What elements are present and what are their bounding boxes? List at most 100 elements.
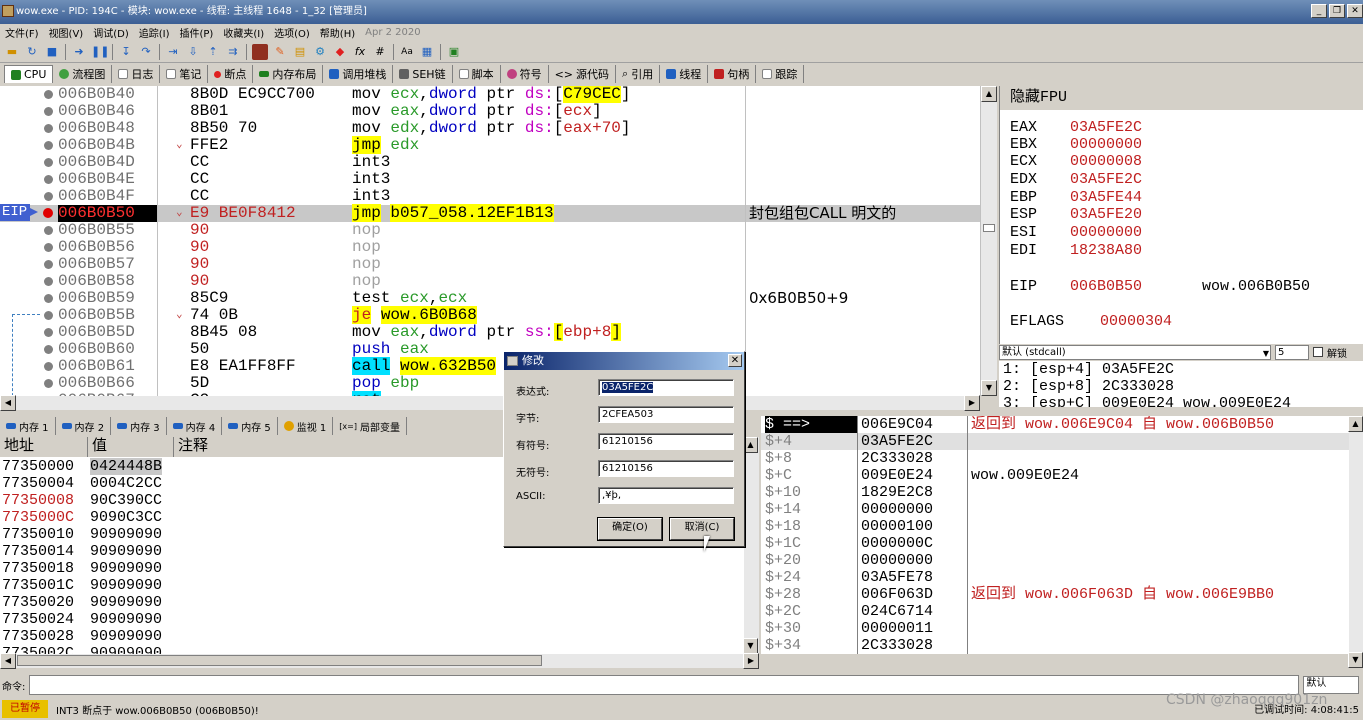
restore-button[interactable]: ❐ (1329, 4, 1345, 18)
disasm-row[interactable]: 006B0B4F CC int3 (0, 188, 980, 205)
open-icon[interactable]: ▬ (4, 44, 20, 60)
scroll-thumb[interactable] (17, 655, 542, 666)
disasm-row[interactable]: 006B0B5D 8B45 08 mov eax,dword ptr ss:[ebp… (0, 323, 980, 341)
stack-row[interactable]: $+14 00000000 (761, 501, 1363, 518)
stop-icon[interactable]: ■ (44, 44, 60, 60)
tab-seh[interactable]: SEH链 (393, 65, 453, 83)
command-input[interactable] (29, 675, 1300, 695)
disasm-row[interactable]: 006B0B56 90 nop (0, 239, 980, 256)
argument-row[interactable]: 3: [esp+C] 009E0E24 wow.009E0E24 (999, 395, 1363, 407)
disasm-row[interactable]: 006B0B5B ⌄ 74 0B je wow.6B0B68 (0, 306, 980, 324)
register-esp[interactable]: ESP 03A5FE20 (1010, 206, 1142, 223)
breakpoint-gutter-dot[interactable] (44, 362, 53, 371)
dump-header-address[interactable]: 地址 (0, 437, 88, 457)
minimize-button[interactable]: _ (1311, 4, 1327, 18)
stack-row[interactable]: $+4 03A5FE2C (761, 433, 1363, 450)
tab-notes[interactable]: 笔记 (160, 65, 209, 83)
cancel-button[interactable]: 取消(C) (669, 517, 735, 541)
stack-row[interactable]: $ ==> 006E9C04 返回到 wow.006E9C04 自 wow.006B… (761, 416, 1363, 433)
breakpoint-gutter-dot[interactable] (44, 158, 53, 167)
animate-icon[interactable]: ⇉ (225, 44, 241, 60)
tab-script[interactable]: 脚本 (453, 65, 501, 83)
menu-file[interactable]: 文件(F) (0, 25, 44, 40)
tab-references[interactable]: ⌕ 引用 (616, 65, 661, 83)
disassembly-scrollbar[interactable]: ▲ ▼ (980, 86, 997, 396)
scroll-down-icon[interactable]: ▼ (1348, 652, 1363, 668)
tab-graph[interactable]: 流程图 (53, 65, 113, 83)
disasm-row[interactable]: 006B0B61 E8 EA1FF8FF call wow.632B50 (0, 357, 980, 375)
disasm-row[interactable]: 006B0B66 5D pop ebp (0, 375, 980, 392)
stack-row[interactable]: $+2C 024C6714 (761, 603, 1363, 620)
tab-threads[interactable]: 线程 (660, 65, 709, 83)
font-icon[interactable]: Aa (399, 44, 415, 60)
step-into-icon[interactable]: ↧ (118, 44, 134, 60)
close-button[interactable]: ✕ (1347, 4, 1363, 18)
disasm-row[interactable]: 006B0B59 85C9 test ecx,ecx 0x6B0B50+9 (0, 290, 980, 307)
hide-fpu-button[interactable]: 隐藏FPU (1000, 86, 1363, 110)
stack-row[interactable]: $+28 006F063D 返回到 wow.006F063D 自 wow.006E9… (761, 586, 1363, 603)
scroll-up-icon[interactable]: ▲ (981, 86, 997, 102)
hash-icon[interactable]: # (372, 44, 388, 60)
run-icon[interactable]: ➜ (71, 44, 87, 60)
stack-scrollbar[interactable]: ▲ ▼ (1348, 416, 1363, 668)
menu-trace[interactable]: 追踪(I) (134, 25, 175, 40)
tab-trace[interactable]: 跟踪 (756, 65, 805, 83)
breakpoint-gutter-dot[interactable] (44, 192, 53, 201)
stack-row[interactable]: $+34 2C333028 (761, 637, 1363, 654)
stack-row[interactable]: $+10 1829E2C8 (761, 484, 1363, 501)
breakpoint-gutter-dot[interactable] (44, 379, 53, 388)
ascii-input[interactable]: ,¥þ, (598, 487, 734, 504)
breakpoint-gutter-dot[interactable] (44, 175, 53, 184)
tab-symbols[interactable]: 符号 (501, 65, 549, 83)
disasm-row[interactable]: 006B0B50 ⌄ E9 BE0F8412 jmp b057_058.12EF1B1… (0, 204, 980, 222)
stack-row[interactable]: $+20 00000000 (761, 552, 1363, 569)
register-ebx[interactable]: EBX 00000000 (1010, 136, 1142, 153)
tab-cpu[interactable]: CPU (4, 65, 54, 83)
tab-handles[interactable]: 句柄 (708, 65, 757, 83)
comment-icon[interactable]: ▤ (292, 44, 308, 60)
register-eflags[interactable]: EFLAGS 00000304 (1010, 313, 1172, 330)
disasm-row[interactable]: 006B0B48 8B50 70 mov edx,dword ptr ds:[eax… (0, 120, 980, 137)
stack-row[interactable]: $+1C 0000000C (761, 535, 1363, 552)
ok-button[interactable]: 确定(O) (597, 517, 663, 541)
breakpoint-gutter-dot[interactable] (44, 277, 53, 286)
dump-header-value[interactable]: 值 (88, 437, 174, 457)
register-edx[interactable]: EDX 03A5FE2C (1010, 171, 1142, 188)
menu-options[interactable]: 选项(O) (269, 25, 315, 40)
stack-row[interactable]: $+C 009E0E24 wow.009E0E24 (761, 467, 1363, 484)
function-icon[interactable]: fx (352, 44, 368, 60)
tab-log[interactable]: 日志 (112, 65, 161, 83)
tab-memory-3[interactable]: 内存 3 (111, 417, 167, 435)
tab-watch-1[interactable]: 监视 1 (278, 417, 334, 435)
menu-favourites[interactable]: 收藏夹(I) (218, 25, 269, 40)
disasm-row[interactable]: 006B0B4B ⌄ FFE2 jmp edx (0, 136, 980, 154)
scroll-left-icon[interactable]: ◀ (0, 395, 16, 411)
breakpoint-gutter-dot[interactable] (44, 90, 53, 99)
breakpoint-gutter-dot[interactable] (44, 328, 53, 337)
register-ebp[interactable]: EBP 03A5FE44 (1010, 189, 1142, 206)
breakpoint-dot[interactable] (43, 208, 53, 218)
disasm-row[interactable]: 006B0B4E CC int3 (0, 171, 980, 188)
disasm-row[interactable]: 006B0B4D CC int3 (0, 154, 980, 171)
stack-view[interactable]: $ ==> 006E9C04 返回到 wow.006E9C04 自 wow.006B… (761, 416, 1363, 654)
disasm-row[interactable]: 006B0B40 8B0D EC9CC700 mov ecx,dword ptr d… (0, 86, 980, 103)
dump-scrollbar[interactable]: ▲ ▼ (743, 437, 759, 654)
breakpoint-gutter-dot[interactable] (44, 226, 53, 235)
register-esi[interactable]: ESI 00000000 (1010, 224, 1142, 241)
breakpoint-gutter-dot[interactable] (44, 124, 53, 133)
breakpoint-gutter-dot[interactable] (44, 260, 53, 269)
pause-icon[interactable]: ❚❚ (91, 44, 109, 60)
run-to-user-icon[interactable]: ⇩ (185, 44, 201, 60)
stack-row[interactable]: $+24 03A5FE78 (761, 569, 1363, 586)
label-icon[interactable]: ⚙ (312, 44, 328, 60)
breakpoint-gutter-dot[interactable] (44, 311, 53, 320)
scroll-down-icon[interactable]: ▼ (743, 638, 758, 654)
calculator-icon[interactable]: ▣ (446, 44, 462, 60)
disassembly-hscrollbar[interactable]: ◀ ▶ (0, 395, 980, 411)
dialog-titlebar[interactable]: 修改 ✕ (504, 352, 744, 370)
tab-memory-4[interactable]: 内存 4 (167, 417, 223, 435)
tab-call-stack[interactable]: 调用堆栈 (323, 65, 394, 83)
step-over-icon[interactable]: ↷ (138, 44, 154, 60)
scroll-up-icon[interactable]: ▲ (1348, 416, 1363, 432)
expression-input[interactable]: 03A5FE2C (598, 379, 734, 396)
